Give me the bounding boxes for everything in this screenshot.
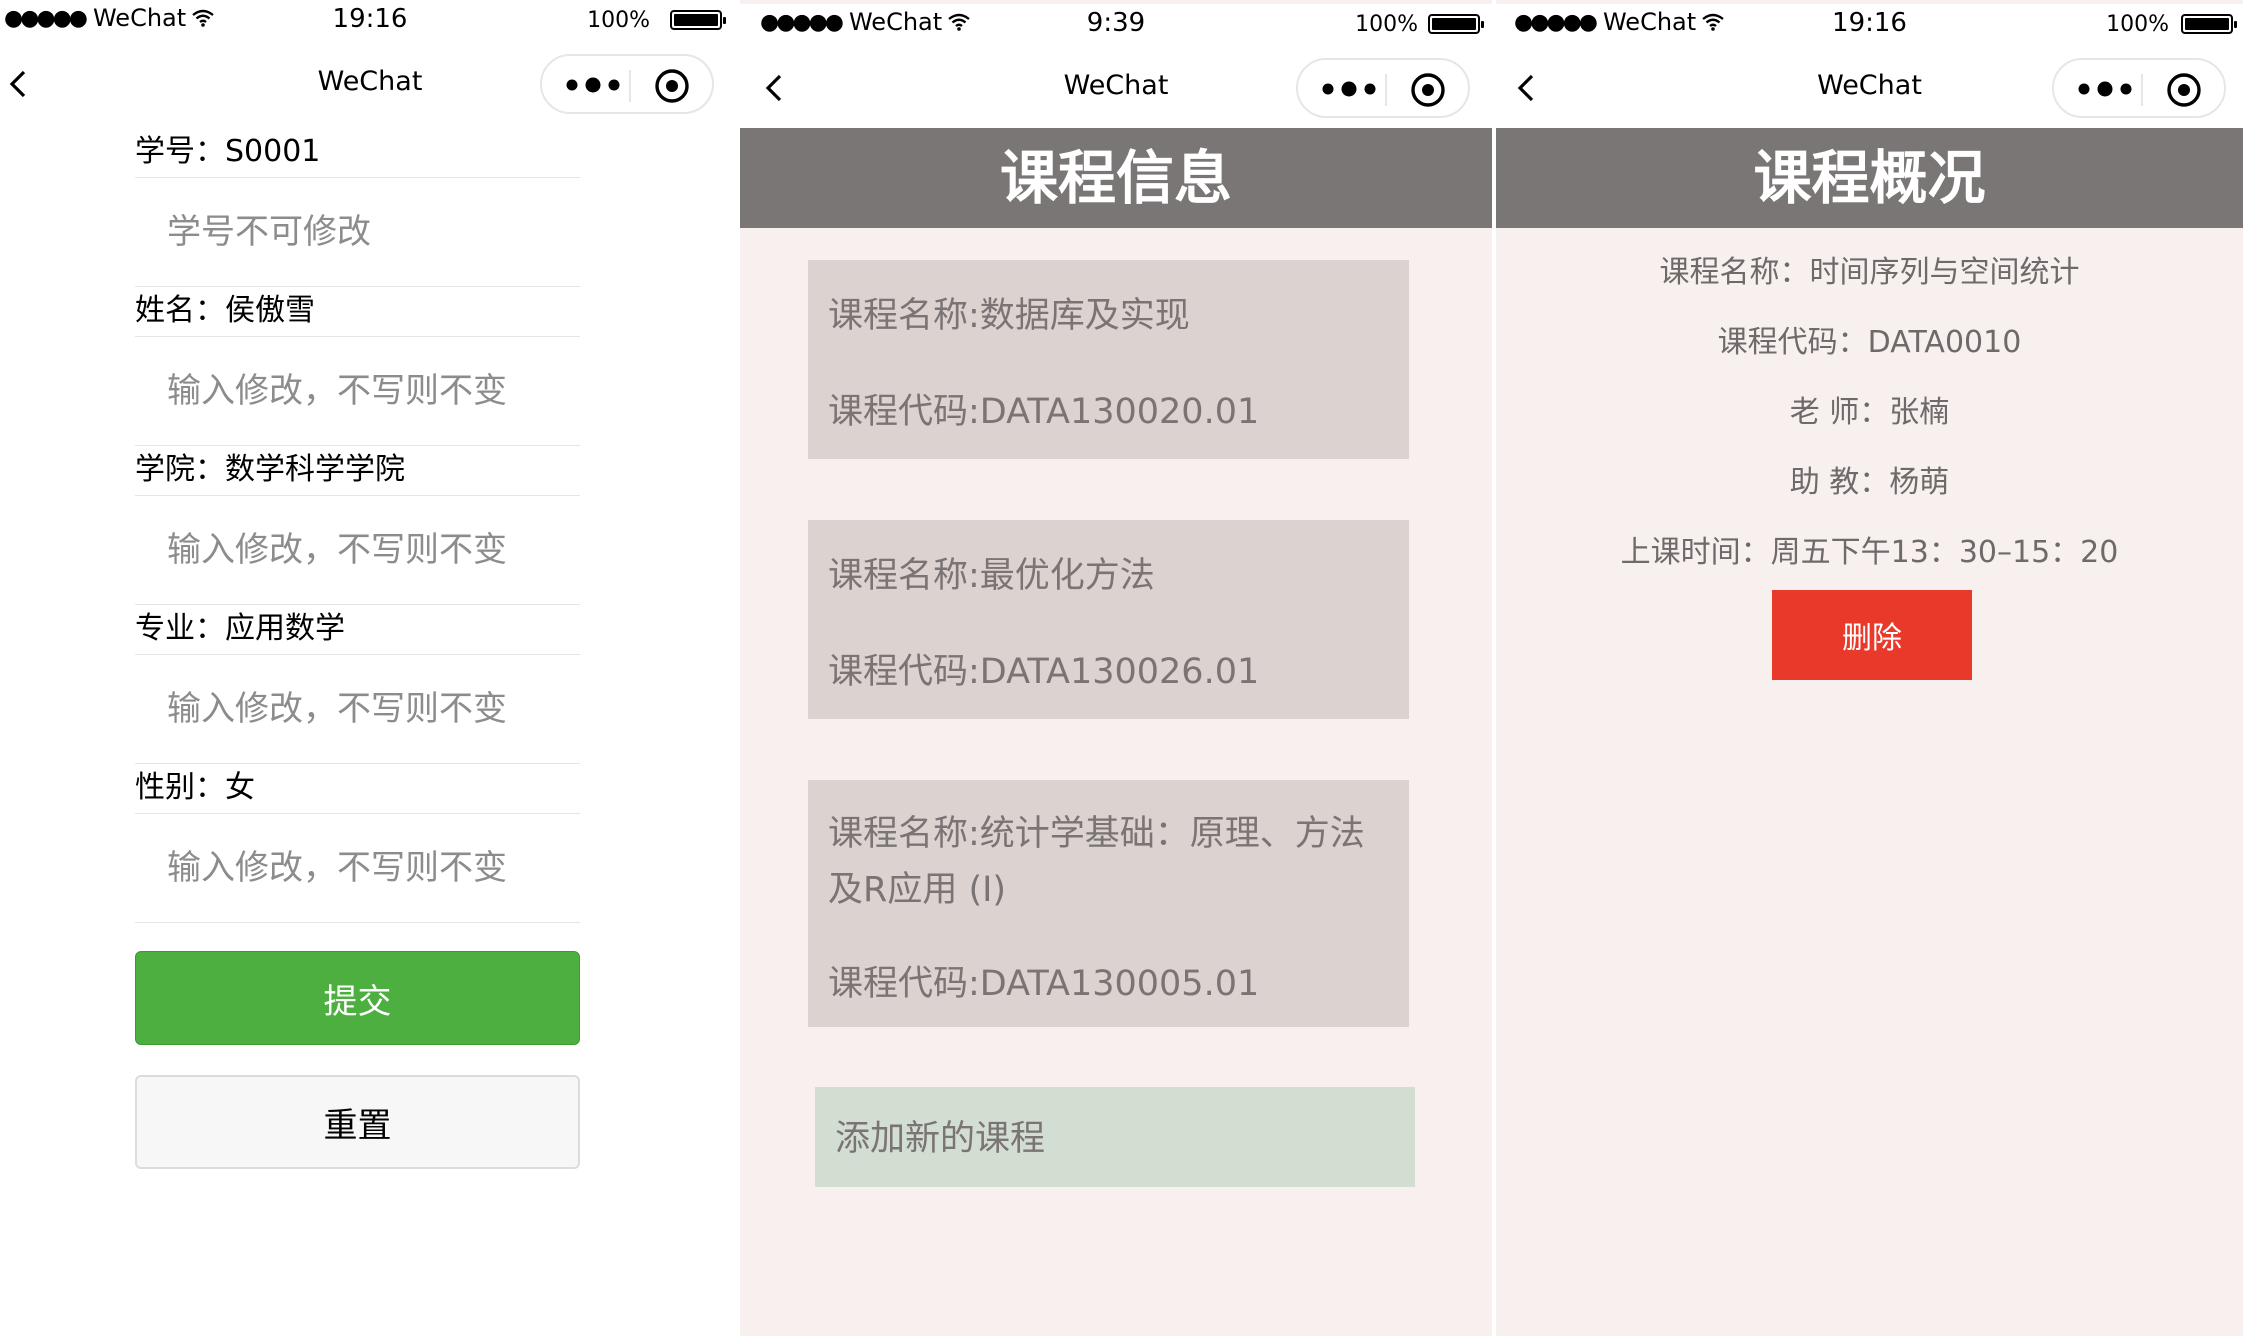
student-id-input[interactable] (135, 178, 580, 287)
teacher-line: 老 师：张楠 (1789, 395, 1950, 430)
course-name: 课程名称:最优化方法 (828, 556, 1155, 596)
battery-percent: 100% (587, 8, 650, 33)
course-name: 课程名称:统计学基础：原理、方法及R应用 (I) (828, 814, 1365, 910)
battery-icon (1428, 14, 1484, 34)
course-card[interactable]: 课程名称:统计学基础：原理、方法及R应用 (I) 课程代码:DATA130005… (808, 780, 1409, 1027)
gender-input[interactable] (135, 814, 580, 923)
nav-bar: WeChat (0, 40, 740, 128)
course-card[interactable]: 课程名称:最优化方法 课程代码:DATA130026.01 (808, 520, 1409, 719)
assistant-line: 助 教：杨萌 (1789, 465, 1950, 500)
course-list-screen: ●●●●● WeChat 9:39 100% WeChat 课程信息 课程名称:… (740, 0, 1492, 1336)
battery-icon (670, 10, 726, 30)
target-circle-icon[interactable] (1408, 70, 1448, 110)
gender-label: 性别：女 (135, 764, 580, 814)
course-name: 课程名称:数据库及实现 (828, 296, 1190, 336)
student-id-label: 学号：S0001 (135, 128, 580, 178)
page-title: 课程概况 (1496, 128, 2243, 228)
battery-icon (2181, 14, 2237, 34)
nav-bar: WeChat (740, 44, 1492, 132)
more-dots-icon[interactable] (1318, 76, 1380, 102)
delete-button[interactable]: 删除 (1772, 590, 1972, 680)
status-bar: ●●●●● WeChat 19:16 100% (1496, 4, 2243, 44)
course-code: 课程代码:DATA130026.01 (828, 652, 1260, 692)
class-time-line: 上课时间：周五下午13：30–15：20 (1620, 535, 2119, 570)
school-label: 学院：数学科学学院 (135, 446, 580, 496)
mini-program-capsule (540, 54, 714, 114)
more-dots-icon[interactable] (562, 72, 624, 98)
capsule-divider (2141, 74, 2143, 106)
status-bar: ●●●●● WeChat 19:16 100% (0, 0, 740, 40)
battery-percent: 100% (1355, 12, 1418, 37)
capsule-divider (629, 70, 631, 102)
course-name-line: 课程名称：时间序列与空间统计 (1659, 255, 2080, 290)
target-circle-icon[interactable] (652, 66, 692, 106)
add-course-button[interactable]: 添加新的课程 (815, 1087, 1415, 1187)
profile-form: 学号：S0001 姓名：侯傲雪 学院：数学科学学院 专业：应用数学 性别：女 (135, 128, 580, 923)
course-overview-screen: ●●●●● WeChat 19:16 100% WeChat 课程概况 课程名称… (1496, 0, 2243, 1336)
course-details: 课程名称：时间序列与空间统计 课程代码：DATA0010 老 师：张楠 助 教：… (1496, 248, 2243, 598)
nav-bar: WeChat (1496, 44, 2243, 132)
profile-edit-screen: ●●●●● WeChat 19:16 100% WeChat 学号：S0001 … (0, 0, 740, 1336)
course-code: 课程代码:DATA130020.01 (828, 392, 1260, 432)
mini-program-capsule (2052, 58, 2226, 118)
name-input[interactable] (135, 337, 580, 446)
major-input[interactable] (135, 655, 580, 764)
course-code: 课程代码:DATA130005.01 (828, 964, 1260, 1004)
name-label: 姓名：侯傲雪 (135, 287, 580, 337)
mini-program-capsule (1296, 58, 1470, 118)
more-dots-icon[interactable] (2074, 76, 2136, 102)
battery-percent: 100% (2106, 12, 2169, 37)
major-label: 专业：应用数学 (135, 605, 580, 655)
submit-button[interactable]: 提交 (135, 951, 580, 1045)
course-card[interactable]: 课程名称:数据库及实现 课程代码:DATA130020.01 (808, 260, 1409, 459)
target-circle-icon[interactable] (2164, 70, 2204, 110)
school-input[interactable] (135, 496, 580, 605)
status-bar: ●●●●● WeChat 9:39 100% (740, 4, 1492, 44)
course-code-line: 课程代码：DATA0010 (1717, 325, 2022, 360)
capsule-divider (1385, 74, 1387, 106)
reset-button[interactable]: 重置 (135, 1075, 580, 1169)
page-title: 课程信息 (740, 128, 1492, 228)
